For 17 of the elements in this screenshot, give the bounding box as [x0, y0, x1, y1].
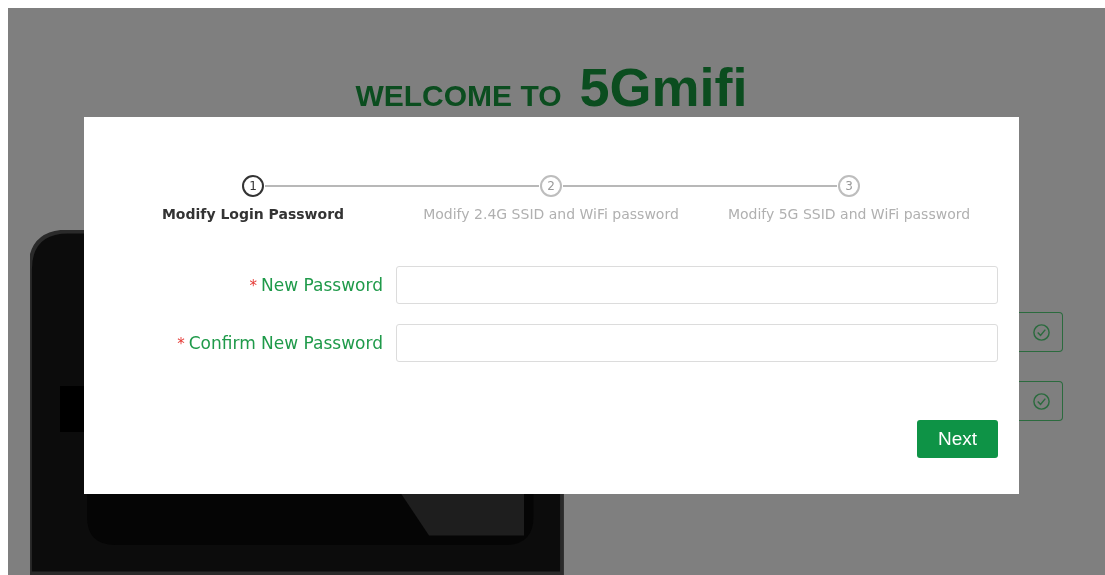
next-button[interactable]: Next [917, 420, 998, 458]
check-circle-icon [1032, 322, 1051, 342]
required-mark: * [249, 277, 258, 295]
step-number: 2 [540, 175, 562, 197]
welcome-text: WELCOME TO [355, 79, 562, 113]
step-number: 1 [242, 175, 264, 197]
password-field[interactable] [396, 324, 998, 362]
field-label-text: New Password [261, 275, 383, 295]
brand-logo-text: 5Gmifi [579, 56, 748, 118]
field-label-text: Confirm New Password [188, 333, 383, 353]
step-label: Modify Login Password [161, 206, 345, 222]
step-label: Modify 2.4G SSID and WiFi password [423, 206, 679, 222]
step-number: 3 [838, 175, 860, 197]
step-label: Modify 5G SSID and WiFi password [727, 206, 971, 222]
check-circle-icon [1032, 391, 1051, 411]
password-field[interactable] [396, 266, 998, 304]
required-mark: * [177, 335, 185, 353]
